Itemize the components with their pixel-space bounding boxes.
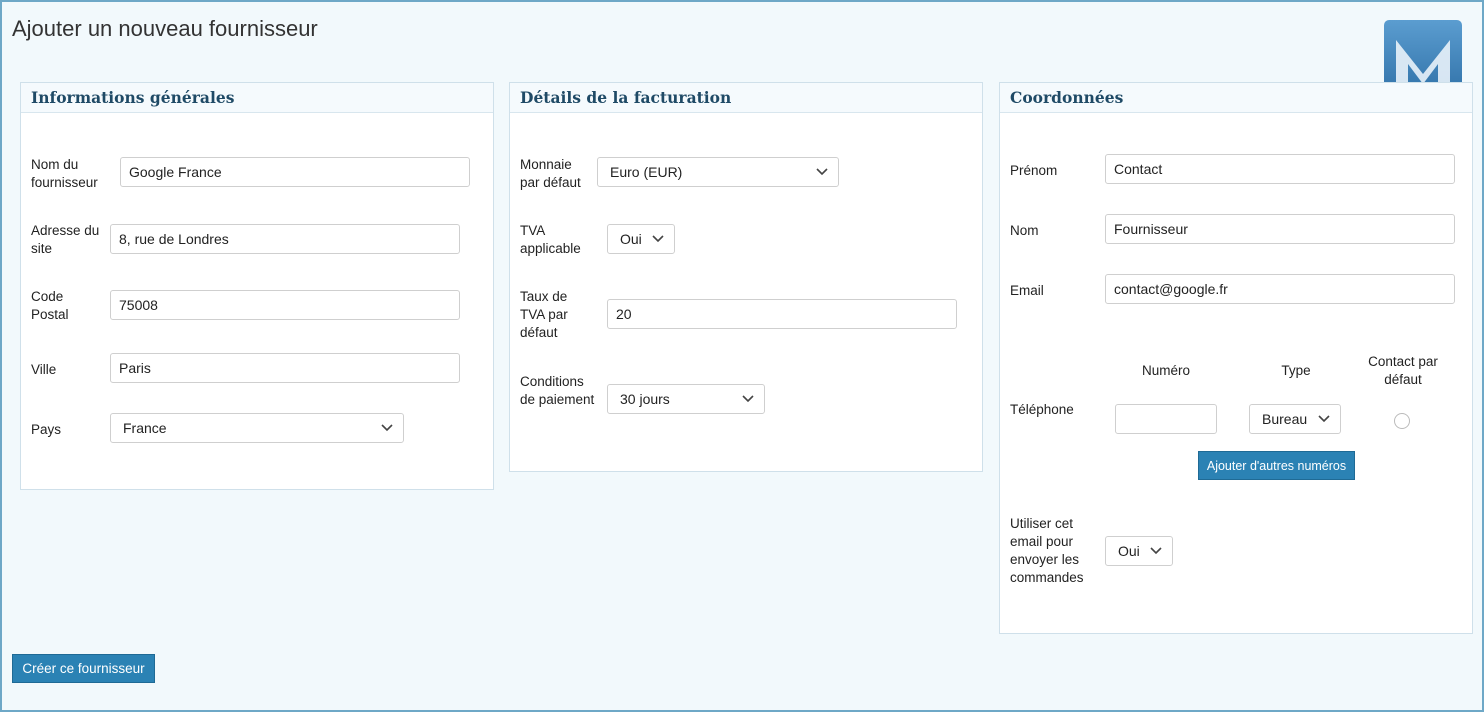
contact-heading: Coordonnées [1000,83,1472,113]
general-info-heading: Informations générales [21,83,493,113]
email-label: Email [1010,283,1044,298]
payment-terms-value: 30 jours [620,391,670,407]
vat-applicable-value: Oui [620,231,642,247]
use-email-value: Oui [1118,543,1140,559]
lastname-input[interactable] [1105,214,1455,244]
use-email-label: Utiliser cet email pour envoyer les comm… [1010,516,1084,585]
vat-rate-label: Taux de TVA par défaut [520,289,568,340]
firstname-input[interactable] [1105,154,1455,184]
use-email-select[interactable]: Oui [1105,536,1173,566]
supplier-name-label: Nom du fournisseur [31,157,98,190]
add-phone-numbers-button[interactable]: Ajouter d'autres numéros [1198,451,1355,480]
contact-panel: Coordonnées Prénom Nom Email Numéro Type… [999,82,1473,634]
phone-label: Téléphone [1010,402,1074,417]
chevron-down-icon [1150,547,1162,555]
city-input[interactable] [110,353,460,383]
vat-rate-input[interactable] [607,299,957,329]
phone-type-value: Bureau [1262,411,1308,427]
city-label: Ville [31,362,57,377]
phone-default-column-header: Contact par défaut [1368,354,1438,387]
currency-label: Monnaie par défaut [520,157,581,190]
country-label: Pays [31,422,62,437]
general-info-panel: Informations générales Nom du fournisseu… [20,82,494,490]
site-address-input[interactable] [110,224,460,254]
page-title: Ajouter un nouveau fournisseur [12,16,318,41]
chevron-down-icon [652,235,664,243]
default-contact-radio[interactable] [1394,413,1410,429]
supplier-name-input[interactable] [120,157,470,187]
firstname-label: Prénom [1010,163,1058,178]
postal-code-label: Code Postal [31,289,69,322]
email-input[interactable] [1105,274,1455,304]
chevron-down-icon [381,424,393,432]
create-supplier-button[interactable]: Créer ce fournisseur [12,654,155,683]
phone-number-input[interactable] [1115,404,1217,434]
chevron-down-icon [742,395,754,403]
billing-heading: Détails de la facturation [510,83,982,113]
phone-number-column-header: Numéro [1141,363,1190,378]
postal-code-input[interactable] [110,290,460,320]
chevron-down-icon [816,168,828,176]
phone-type-column-header: Type [1281,363,1311,378]
billing-panel: Détails de la facturation Monnaie par dé… [509,82,983,472]
vat-applicable-select[interactable]: Oui [607,224,675,254]
chevron-down-icon [1318,415,1330,423]
site-address-label: Adresse du site [31,223,100,256]
vat-applicable-label: TVA applicable [520,223,581,256]
app-window: Ajouter un nouveau fournisseur Informati… [0,0,1484,712]
phone-type-select[interactable]: Bureau [1249,404,1341,434]
payment-terms-label: Conditions de paiement [520,374,595,407]
country-select[interactable]: France [110,413,404,443]
currency-select[interactable]: Euro (EUR) [597,157,839,187]
lastname-label: Nom [1010,223,1039,238]
payment-terms-select[interactable]: 30 jours [607,384,765,414]
country-select-value: France [123,420,167,436]
currency-select-value: Euro (EUR) [610,164,683,180]
